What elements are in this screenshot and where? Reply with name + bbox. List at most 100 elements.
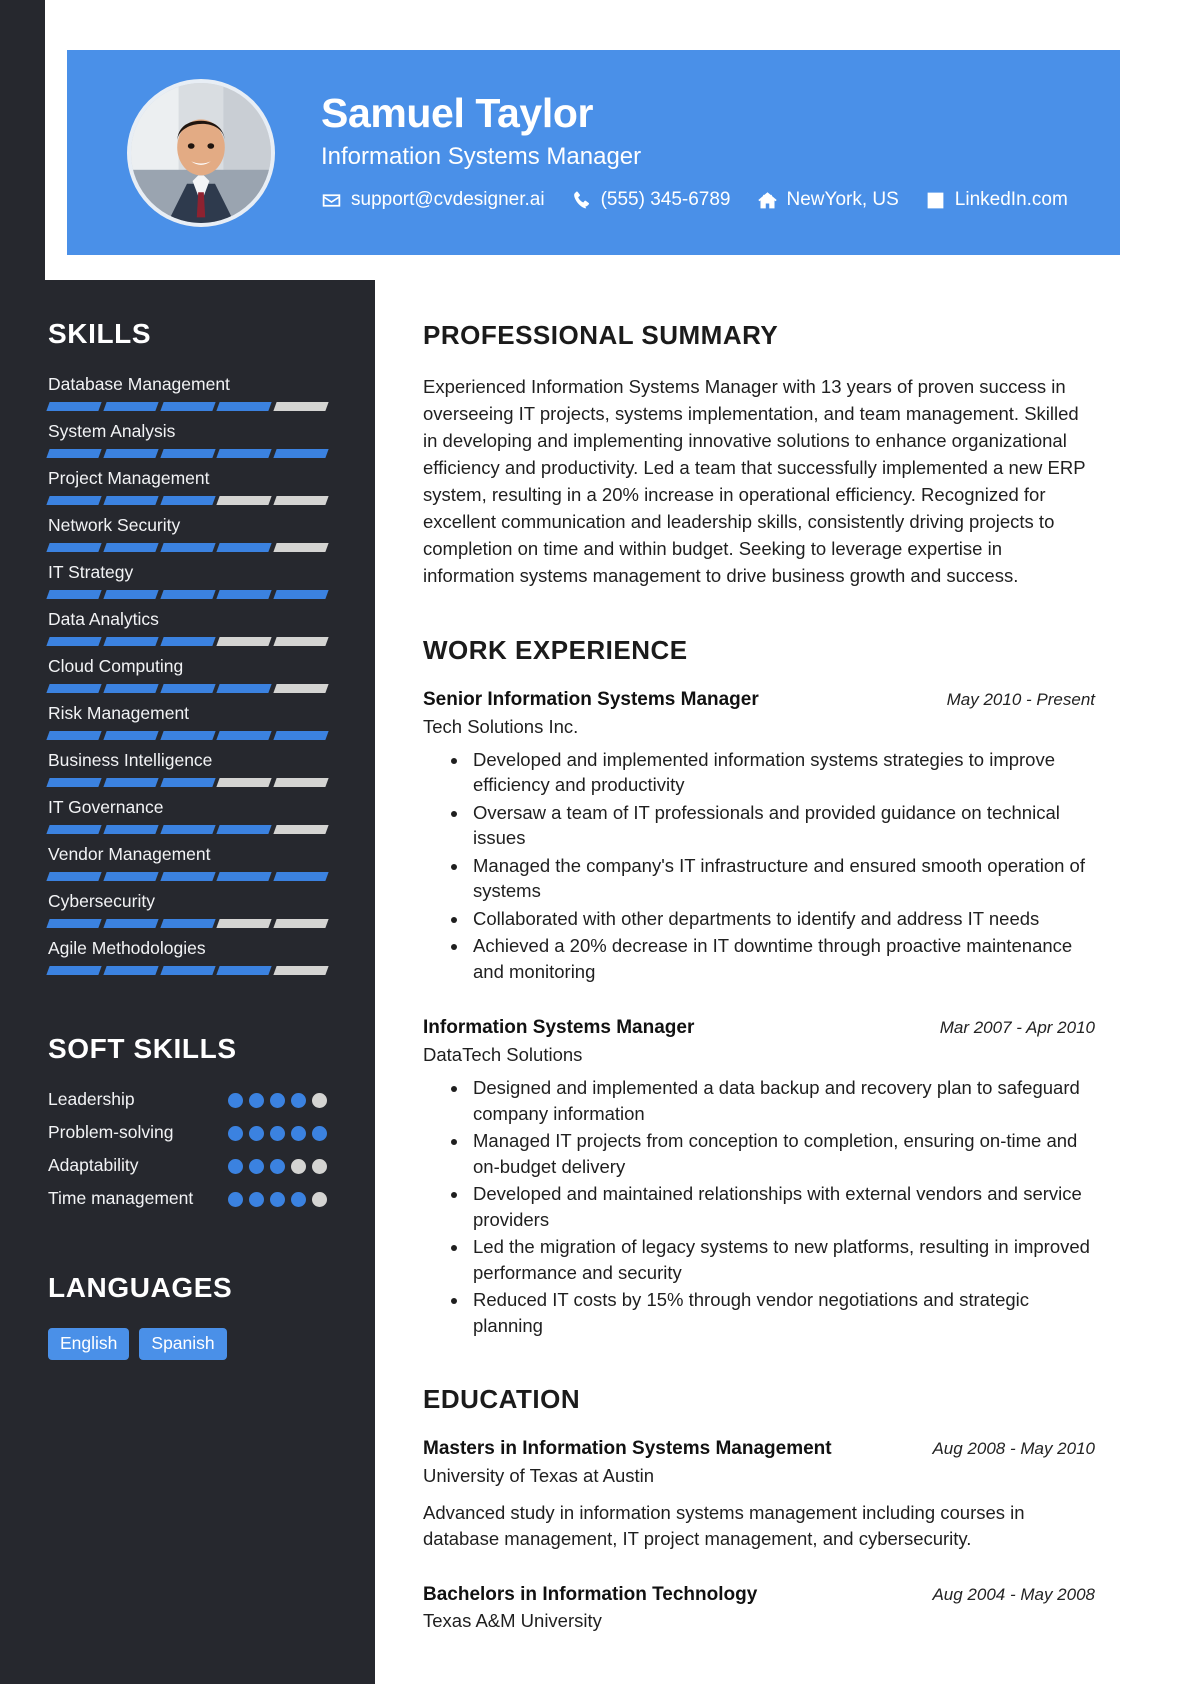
resume-header: Samuel Taylor Information Systems Manage… <box>67 50 1120 255</box>
skill-bar-segment <box>46 825 102 834</box>
entry-header: Masters in Information Systems Managemen… <box>423 1437 1095 1462</box>
skill-name: Data Analytics <box>48 609 159 629</box>
skill-bar-segment <box>273 543 329 552</box>
skill-bar-segment <box>103 684 159 693</box>
entry-header: Senior Information Systems Manager May 20… <box>423 688 1095 713</box>
list-item: Led the migration of legacy systems to n… <box>469 1234 1095 1285</box>
skill-bar-segment <box>103 496 159 505</box>
skill-item: IT Governance <box>46 797 329 834</box>
skill-bar-segment <box>159 778 216 787</box>
soft-skill-name: Time management <box>48 1188 194 1208</box>
skill-bar-segment <box>159 590 216 599</box>
education-section: EDUCATION Masters in Information Systems… <box>423 1384 1095 1633</box>
skill-bar-segment <box>159 825 216 834</box>
skill-bar-segment <box>103 919 159 928</box>
soft-skill-item: Problem-solving <box>48 1122 327 1148</box>
skill-name: Business Intelligence <box>48 750 213 770</box>
skill-bar-segment <box>216 496 272 505</box>
skill-level-bar <box>46 731 329 740</box>
work-experience-section: WORK EXPERIENCE Senior Information Syste… <box>423 635 1095 1338</box>
skill-bar-segment <box>273 872 329 881</box>
list-item: Managed the company's IT infrastructure … <box>469 853 1095 904</box>
list-item: Managed IT projects from conception to c… <box>469 1128 1095 1179</box>
skill-bar-segment <box>273 637 329 646</box>
soft-skill-name: Adaptability <box>48 1155 139 1175</box>
skill-bar-segment <box>46 543 102 552</box>
rating-dot <box>249 1192 264 1207</box>
job-title: Information Systems Manager <box>321 142 642 170</box>
rating-dot <box>270 1093 285 1108</box>
skill-bar-segment <box>46 449 102 458</box>
list-item: Developed and implemented information sy… <box>469 747 1095 798</box>
contact-location-text: NewYork, US <box>786 189 899 211</box>
rating-dot <box>249 1126 264 1141</box>
resume-entry: Bachelors in Information Technology Aug 2… <box>423 1583 1095 1634</box>
entry-bullet-list: Designed and implemented a data backup a… <box>423 1075 1095 1338</box>
work-experience-heading: WORK EXPERIENCE <box>423 635 688 665</box>
skill-name: Cloud Computing <box>48 656 184 676</box>
entry-date: Aug 2008 - May 2010 <box>932 1439 1095 1459</box>
skill-bar-segment <box>216 684 272 693</box>
rating-dot <box>270 1192 285 1207</box>
rating-dot <box>228 1192 243 1207</box>
list-item: Developed and maintained relationships w… <box>469 1181 1095 1232</box>
professional-summary-section: PROFESSIONAL SUMMARY Experienced Informa… <box>423 320 1095 589</box>
skill-level-bar <box>46 449 329 458</box>
skill-bar-segment <box>273 731 329 740</box>
entry-description: Advanced study in information systems ma… <box>423 1502 1025 1550</box>
skill-bar-segment <box>273 778 329 787</box>
contact-linkedin[interactable]: LinkedIn.com <box>925 189 1068 211</box>
skill-name: Cybersecurity <box>48 891 155 911</box>
skill-item: Database Management <box>46 374 329 411</box>
skill-level-bar <box>46 590 329 599</box>
contact-phone[interactable]: (555) 345-6789 <box>571 189 731 211</box>
skill-item: Risk Management <box>46 703 329 740</box>
entry-title: Bachelors in Information Technology <box>423 1583 758 1605</box>
skill-bar-segment <box>159 731 216 740</box>
skill-name: Database Management <box>48 374 230 394</box>
skill-bar-segment <box>273 919 329 928</box>
skill-bar-segment <box>46 496 102 505</box>
entry-title: Senior Information Systems Manager <box>423 689 759 710</box>
skill-level-bar <box>46 496 329 505</box>
skill-bar-segment <box>46 872 102 881</box>
languages-list: English Spanish <box>48 1328 327 1360</box>
skill-level-bar <box>46 919 329 928</box>
skill-name: Agile Methodologies <box>48 938 206 958</box>
rating-dot <box>270 1126 285 1141</box>
entry-header: Information Systems Manager Mar 2007 - Ap… <box>423 1016 1095 1041</box>
skill-bar-segment <box>273 449 329 458</box>
skill-bar-segment <box>46 590 102 599</box>
skill-bar-segment <box>216 543 272 552</box>
skill-bar-segment <box>103 872 159 881</box>
entry-title: Masters in Information Systems Managemen… <box>423 1438 832 1460</box>
entry-organization: Tech Solutions Inc. <box>423 715 579 737</box>
skill-bar-segment <box>103 778 159 787</box>
avatar <box>127 78 275 227</box>
skill-name: IT Governance <box>48 797 164 817</box>
rating-dot <box>291 1126 306 1141</box>
skill-bar-segment <box>216 825 272 834</box>
contact-location[interactable]: NewYork, US <box>757 189 899 211</box>
skill-bar-segment <box>103 637 159 646</box>
skill-level-bar <box>46 966 329 975</box>
home-icon <box>757 190 778 211</box>
skill-bar-segment <box>216 966 272 975</box>
header-text-block: Samuel Taylor Information Systems Manage… <box>321 90 1068 216</box>
rating-dot <box>291 1159 306 1174</box>
skill-item: Vendor Management <box>46 844 329 881</box>
resume-entry: Information Systems Manager Mar 2007 - Ap… <box>423 1016 1095 1338</box>
skill-item: System Analysis <box>46 421 329 458</box>
skill-bar-segment <box>273 684 329 693</box>
contact-linkedin-text: LinkedIn.com <box>954 189 1068 211</box>
contact-email[interactable]: support@cvdesigner.ai <box>321 189 545 211</box>
soft-skill-name: Problem-solving <box>48 1122 174 1142</box>
skill-bar-segment <box>46 778 102 787</box>
entry-date: Mar 2007 - Apr 2010 <box>939 1018 1095 1038</box>
entry-title: Information Systems Manager <box>423 1017 695 1039</box>
entry-organization: DataTech Solutions <box>423 1044 583 1066</box>
education-heading: EDUCATION <box>423 1384 581 1415</box>
list-item: Achieved a 20% decrease in IT downtime t… <box>469 933 1095 984</box>
skill-item: IT Strategy <box>46 562 329 599</box>
